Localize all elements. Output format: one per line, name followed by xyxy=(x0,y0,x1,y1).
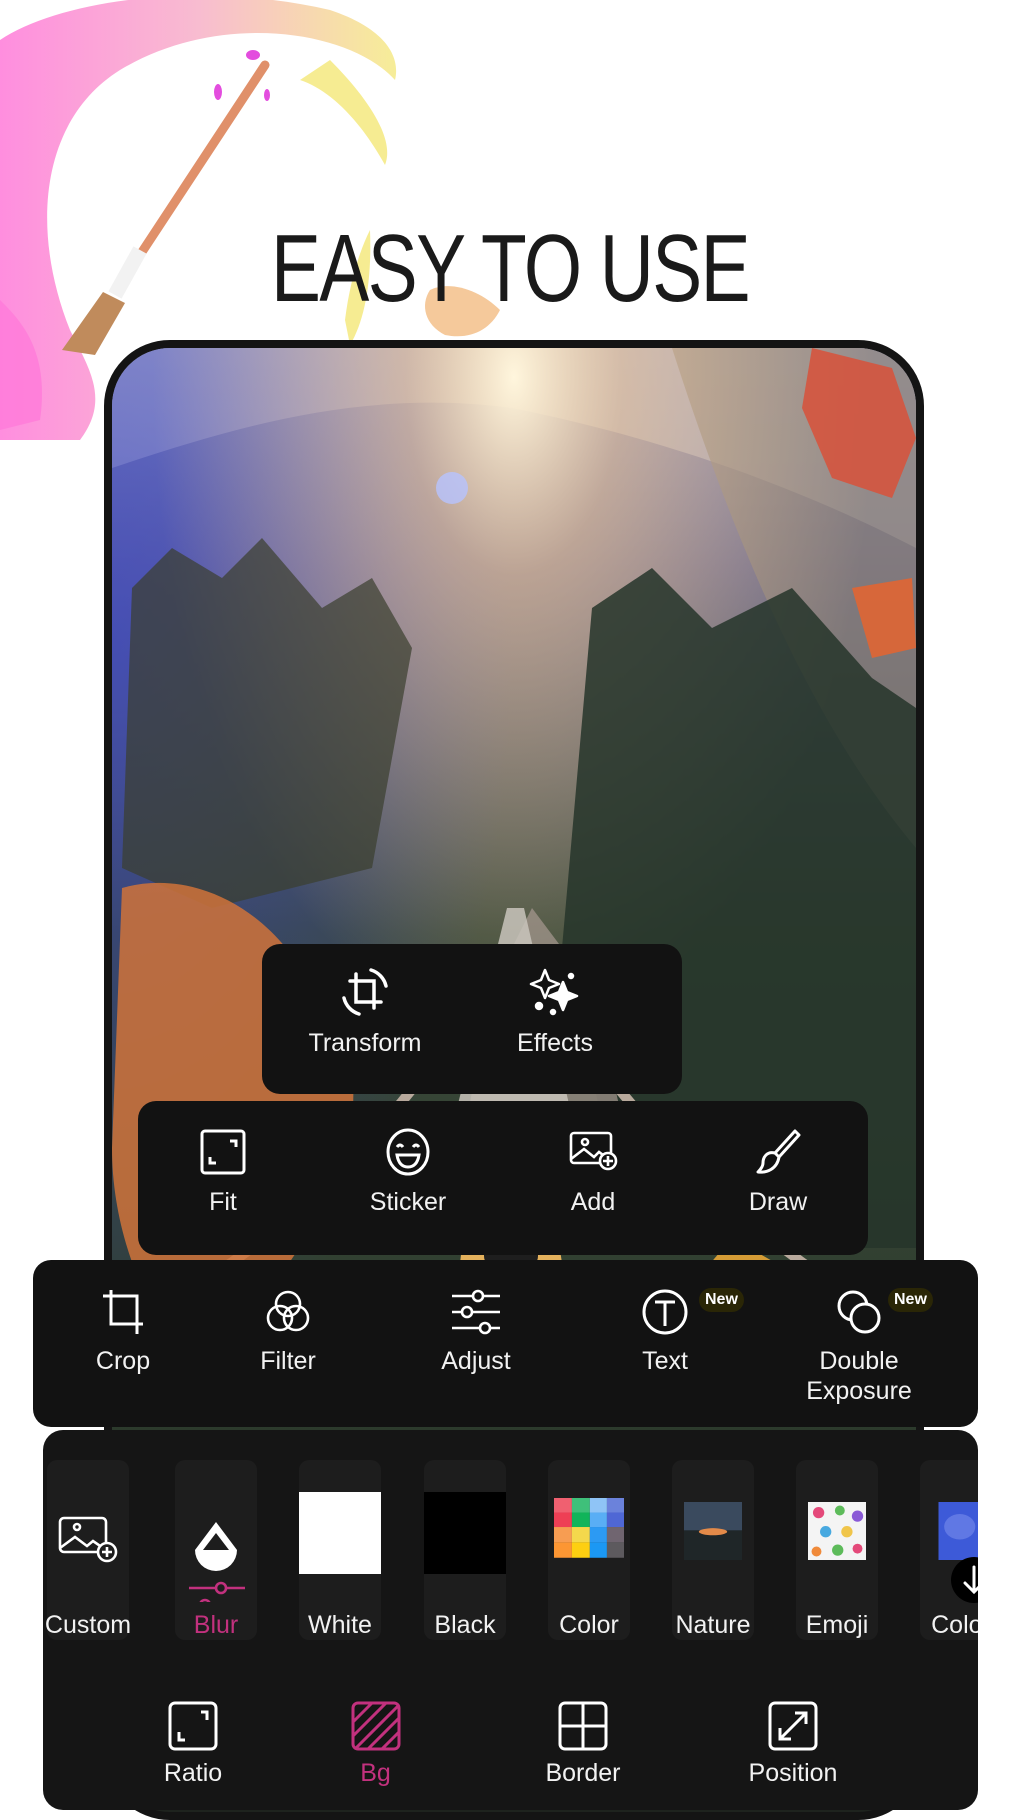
bg-item-color[interactable]: Color xyxy=(548,1460,630,1640)
new-badge-double-exposure: New xyxy=(888,1288,933,1312)
position-arrows-icon xyxy=(768,1701,818,1751)
black-swatch xyxy=(424,1492,506,1574)
transform-button[interactable]: Transform xyxy=(300,966,430,1058)
fit-label: Fit xyxy=(209,1188,237,1216)
bg-item-label: Color xyxy=(931,1611,978,1639)
bg-item-emoji[interactable]: Emoji xyxy=(796,1460,878,1640)
bg-hatch-icon xyxy=(351,1701,400,1751)
bg-item-label: Custom xyxy=(44,1611,132,1639)
sparkles-icon xyxy=(529,968,579,1016)
transform-label: Transform xyxy=(308,1029,422,1057)
double-exposure-label-line1: Double xyxy=(819,1347,899,1375)
bg-item-nature[interactable]: Nature xyxy=(672,1460,754,1640)
blur-drop-icon xyxy=(189,1522,245,1602)
crop-icon xyxy=(103,1290,143,1334)
adjust-label: Adjust xyxy=(441,1347,511,1375)
double-exposure-label-line2: Exposure xyxy=(806,1377,912,1405)
border-grid-icon xyxy=(558,1701,608,1751)
tab-ratio[interactable]: Ratio xyxy=(128,1700,258,1788)
white-swatch xyxy=(299,1492,381,1574)
fit-icon xyxy=(200,1129,246,1175)
emoji-pattern-thumb xyxy=(808,1502,866,1560)
bg-item-label: Color xyxy=(559,1611,619,1639)
crop-label: Crop xyxy=(95,1347,151,1375)
bg-item-label: Emoji xyxy=(805,1611,869,1639)
text-circle-icon xyxy=(642,1289,688,1335)
transform-icon xyxy=(342,968,388,1016)
download-arrow-icon xyxy=(963,1565,978,1595)
sticker-button[interactable]: Sticker xyxy=(343,1127,473,1217)
tab-border[interactable]: Border xyxy=(523,1700,643,1788)
smiley-icon xyxy=(386,1128,430,1176)
brush-icon xyxy=(756,1129,801,1174)
tab-ratio-label: Ratio xyxy=(163,1759,223,1787)
filter-label: Filter xyxy=(260,1347,316,1375)
fit-button[interactable]: Fit xyxy=(158,1127,288,1217)
double-circles-icon xyxy=(837,1290,881,1334)
effects-label: Effects xyxy=(517,1029,593,1057)
bg-item-label: White xyxy=(308,1611,372,1639)
filter-circles-icon xyxy=(266,1290,310,1332)
tab-position-label: Position xyxy=(748,1759,838,1787)
add-image-icon xyxy=(58,1516,118,1563)
draw-label: Draw xyxy=(748,1188,808,1216)
sliders-icon xyxy=(452,1289,500,1335)
ratio-icon xyxy=(168,1701,218,1751)
background-list[interactable]: Custom Blur White Black Color Nature Emo… xyxy=(43,1430,978,1650)
transform-effects-panel: Transform Effects xyxy=(262,944,682,1094)
bg-item-label: Nature xyxy=(675,1611,751,1639)
tab-position[interactable]: Position xyxy=(723,1700,863,1788)
bg-item-label: Black xyxy=(434,1611,496,1639)
add-label: Add xyxy=(570,1188,616,1216)
sticker-label: Sticker xyxy=(369,1188,447,1216)
nature-thumb xyxy=(684,1502,742,1560)
text-label: Text xyxy=(642,1347,688,1375)
scroll-down-button[interactable] xyxy=(951,1557,978,1603)
draw-button[interactable]: Draw xyxy=(713,1127,843,1217)
double-exposure-label: Double Exposure xyxy=(806,1346,912,1406)
tab-border-label: Border xyxy=(545,1759,621,1787)
bg-item-blur[interactable]: Blur xyxy=(175,1460,257,1640)
bg-item-black[interactable]: Black xyxy=(424,1460,506,1640)
bg-item-label: Blur xyxy=(193,1611,239,1639)
filter-button[interactable]: Filter xyxy=(223,1288,353,1376)
add-button[interactable]: Add xyxy=(528,1127,658,1217)
color-grid-icon xyxy=(554,1498,624,1558)
bg-item-color-2[interactable]: Color xyxy=(920,1460,978,1640)
tools-panel: Fit Sticker Add Draw xyxy=(138,1101,868,1255)
tab-bg-label: Bg xyxy=(360,1759,391,1787)
adjust-button[interactable]: Adjust xyxy=(411,1288,541,1376)
background-panel: Custom Blur White Black Color Nature Emo… xyxy=(43,1430,978,1810)
effects-button[interactable]: Effects xyxy=(490,966,620,1058)
bg-item-white[interactable]: White xyxy=(299,1460,381,1640)
crop-button[interactable]: Crop xyxy=(58,1288,188,1376)
edit-panel: Crop Filter Adjust Text New Double Exposu… xyxy=(33,1260,978,1427)
headline: EASY TO USE xyxy=(270,215,751,323)
tab-bg[interactable]: Bg xyxy=(333,1700,418,1788)
watercolor-thumb xyxy=(938,1502,978,1560)
add-image-icon xyxy=(569,1131,618,1171)
bg-item-custom[interactable]: Custom xyxy=(44,1460,132,1640)
new-badge-text: New xyxy=(699,1288,744,1312)
